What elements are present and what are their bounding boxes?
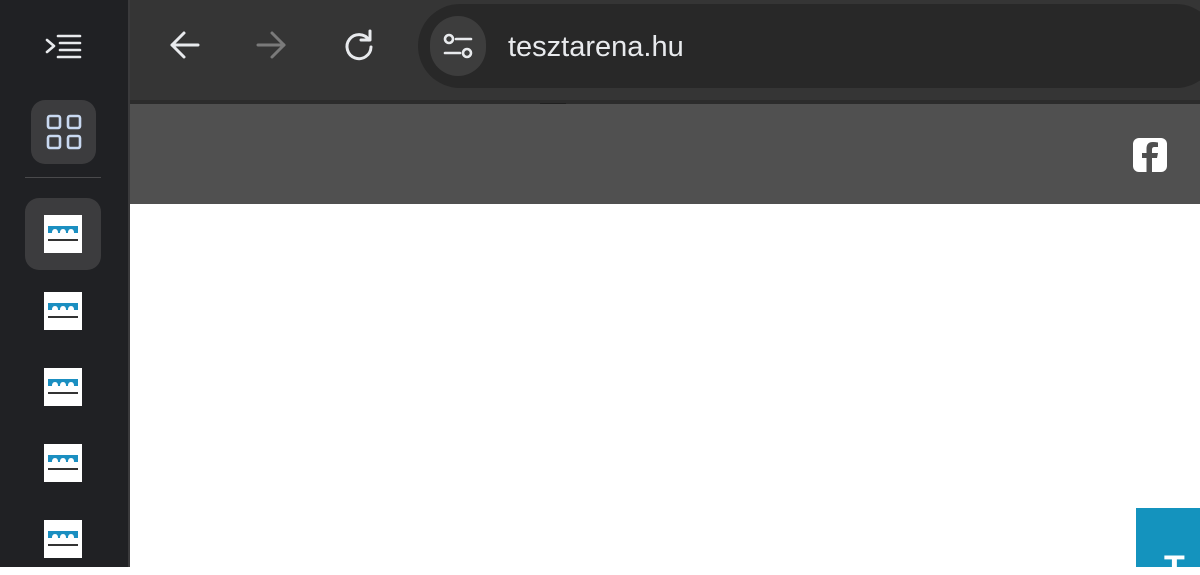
reload-button[interactable] (336, 22, 382, 68)
corner-widget-button[interactable]: T (1136, 508, 1200, 567)
reload-icon (345, 29, 373, 61)
page-content (130, 204, 1200, 567)
tesztarena-logo-icon (44, 520, 82, 558)
tab-item[interactable] (25, 503, 101, 575)
tab-item[interactable] (25, 198, 101, 270)
site-settings-icon (443, 33, 473, 59)
tesztarena-logo-icon (44, 444, 82, 482)
tesztarena-logo-icon (44, 215, 82, 253)
facebook-icon[interactable] (1133, 138, 1167, 172)
sidebar-divider (25, 177, 101, 178)
address-bar[interactable]: tesztarena.hu (418, 4, 1200, 88)
corner-widget-label: T (1164, 548, 1185, 567)
back-button[interactable] (162, 22, 208, 68)
back-arrow-icon (170, 31, 200, 59)
tab-grid-icon (46, 114, 81, 150)
tab-item[interactable] (25, 275, 101, 347)
tesztarena-logo-icon (44, 368, 82, 406)
vertical-tab-strip (0, 0, 128, 567)
collapse-sidebar-button[interactable] (38, 26, 90, 66)
tab-item[interactable] (25, 351, 101, 423)
forward-button[interactable] (248, 22, 294, 68)
url-text[interactable]: tesztarena.hu (508, 30, 684, 64)
tab-item[interactable] (25, 427, 101, 499)
browser-toolbar: tesztarena.hu (130, 0, 1200, 100)
site-info-button[interactable] (430, 16, 486, 76)
collapse-tabs-icon (45, 34, 82, 59)
site-header (130, 104, 1200, 204)
forward-arrow-icon (256, 31, 286, 59)
tesztarena-logo-icon (44, 292, 82, 330)
tab-search-button[interactable] (31, 100, 96, 164)
